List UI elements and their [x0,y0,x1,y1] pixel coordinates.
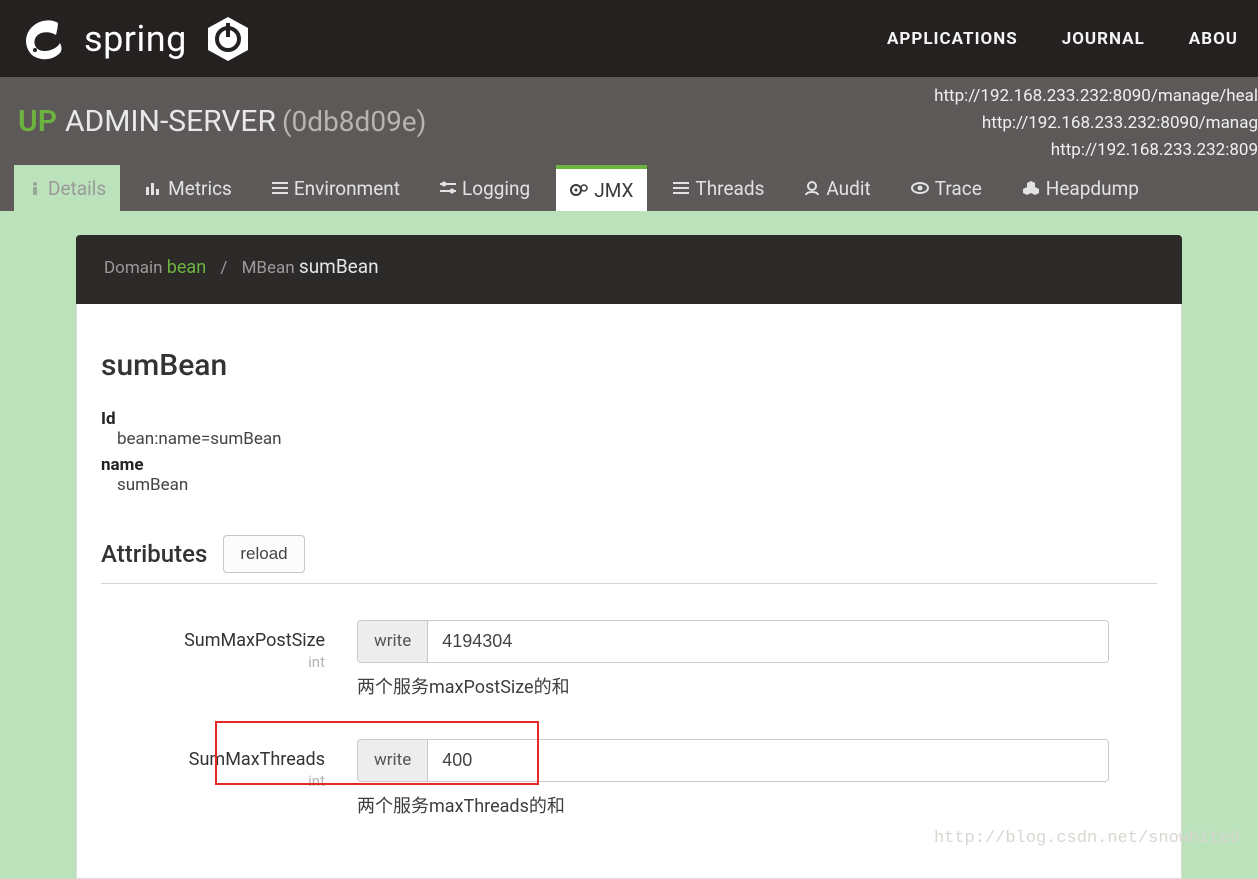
lines-icon [673,181,689,195]
tab-metrics[interactable]: Metrics [132,165,246,211]
server-name: ADMIN-SERVER [65,104,276,139]
attr-label-col: SumMaxThreads int [101,739,357,790]
sliders-icon [440,181,456,195]
spring-leaf-icon [20,15,68,63]
reload-button[interactable]: reload [223,535,304,573]
gears-icon [570,183,588,197]
attr-label-col: SumMaxPostSize int [101,620,357,671]
tab-details[interactable]: Details [14,165,120,211]
tab-audit-label: Audit [826,177,870,200]
breadcrumb: Domain bean / MBean sumBean [76,235,1182,304]
crumb-sep: / [220,258,227,278]
input-group: write [357,620,1109,663]
attr-input-col: write 两个服务maxThreads的和 [357,739,1109,818]
tab-environment-label: Environment [294,177,400,200]
info-icon [28,181,42,195]
tab-environment[interactable]: Environment [258,165,414,211]
attributes-heading: Attributes [101,540,207,568]
power-icon [203,14,253,64]
id-value: bean:name=sumBean [117,429,1157,449]
id-label: Id [101,409,1157,429]
crumb-mbean-label: MBean [242,258,295,278]
tab-metrics-label: Metrics [168,177,232,200]
crumb-domain-label: Domain [104,258,163,278]
top-nav: APPLICATIONS JOURNAL ABOU [887,29,1238,49]
crumb-mbean-value: sumBean [299,255,379,278]
nav-journal[interactable]: JOURNAL [1062,29,1145,49]
topbar: spring APPLICATIONS JOURNAL ABOU [0,0,1258,77]
bar-chart-icon [146,181,162,195]
tab-trace[interactable]: Trace [897,165,996,211]
logo-area: spring [20,14,253,64]
watermark: http://blog.csdn.net/snowhite9 [934,829,1240,848]
content: sumBean Id bean:name=sumBean name sumBea… [76,304,1182,879]
server-id: (0db8d09e) [282,105,426,138]
tabbar: Details Metrics Environment Logging JMX … [0,165,1258,211]
endpoint-links: http://192.168.233.232:8090/manage/heal … [934,83,1258,165]
attr-input-col: write 两个服务maxPostSize的和 [357,620,1109,699]
attr-type: int [101,653,325,671]
eye-icon [911,181,929,195]
tab-logging-label: Logging [462,177,530,200]
tab-details-label: Details [48,177,106,200]
brand-text: spring [84,18,187,60]
tab-threads-label: Threads [695,177,764,200]
attr-type: int [101,772,325,790]
attr-name: SumMaxPostSize [184,630,325,651]
cubes-icon [1022,181,1040,195]
endpoint-base[interactable]: http://192.168.233.232:809 [934,137,1258,164]
panel: Domain bean / MBean sumBean sumBean Id b… [76,235,1182,879]
attributes-head: Attributes reload [101,535,1157,584]
mbean-title: sumBean [101,348,1157,383]
attr-name: SumMaxThreads [189,749,325,770]
tab-jmx[interactable]: JMX [556,165,647,211]
attr-row-summaxthreads: SumMaxThreads int write 两个服务maxThreads的和 [101,739,1157,818]
tab-heapdump-label: Heapdump [1046,177,1139,200]
tab-jmx-label: JMX [594,179,633,202]
main: Domain bean / MBean sumBean sumBean Id b… [0,211,1258,879]
summaxpostsize-input[interactable] [428,621,1108,662]
mbean-meta: Id bean:name=sumBean name sumBean [101,409,1157,495]
tab-trace-label: Trace [935,177,982,200]
user-icon [804,181,820,195]
name-value: sumBean [117,475,1157,495]
list-icon [272,181,288,195]
status-badge: UP [18,104,57,139]
write-button[interactable]: write [358,740,428,781]
attr-desc: 两个服务maxThreads的和 [357,792,1109,818]
crumb-domain-value[interactable]: bean [167,257,206,278]
write-button[interactable]: write [358,621,428,662]
subheader: UP ADMIN-SERVER (0db8d09e) http://192.16… [0,77,1258,165]
attr-row-summaxpostsize: SumMaxPostSize int write 两个服务maxPostSize… [101,620,1157,699]
endpoint-health[interactable]: http://192.168.233.232:8090/manage/heal [934,83,1258,110]
input-group: write [357,739,1109,782]
nav-applications[interactable]: APPLICATIONS [887,29,1018,49]
tab-audit[interactable]: Audit [790,165,884,211]
endpoint-manage[interactable]: http://192.168.233.232:8090/manag [934,110,1258,137]
tab-heapdump[interactable]: Heapdump [1008,165,1153,211]
nav-about[interactable]: ABOU [1189,29,1238,49]
tab-threads[interactable]: Threads [659,165,778,211]
summaxthreads-input[interactable] [428,740,1108,781]
name-label: name [101,455,1157,475]
tab-logging[interactable]: Logging [426,165,544,211]
attr-desc: 两个服务maxPostSize的和 [357,673,1109,699]
